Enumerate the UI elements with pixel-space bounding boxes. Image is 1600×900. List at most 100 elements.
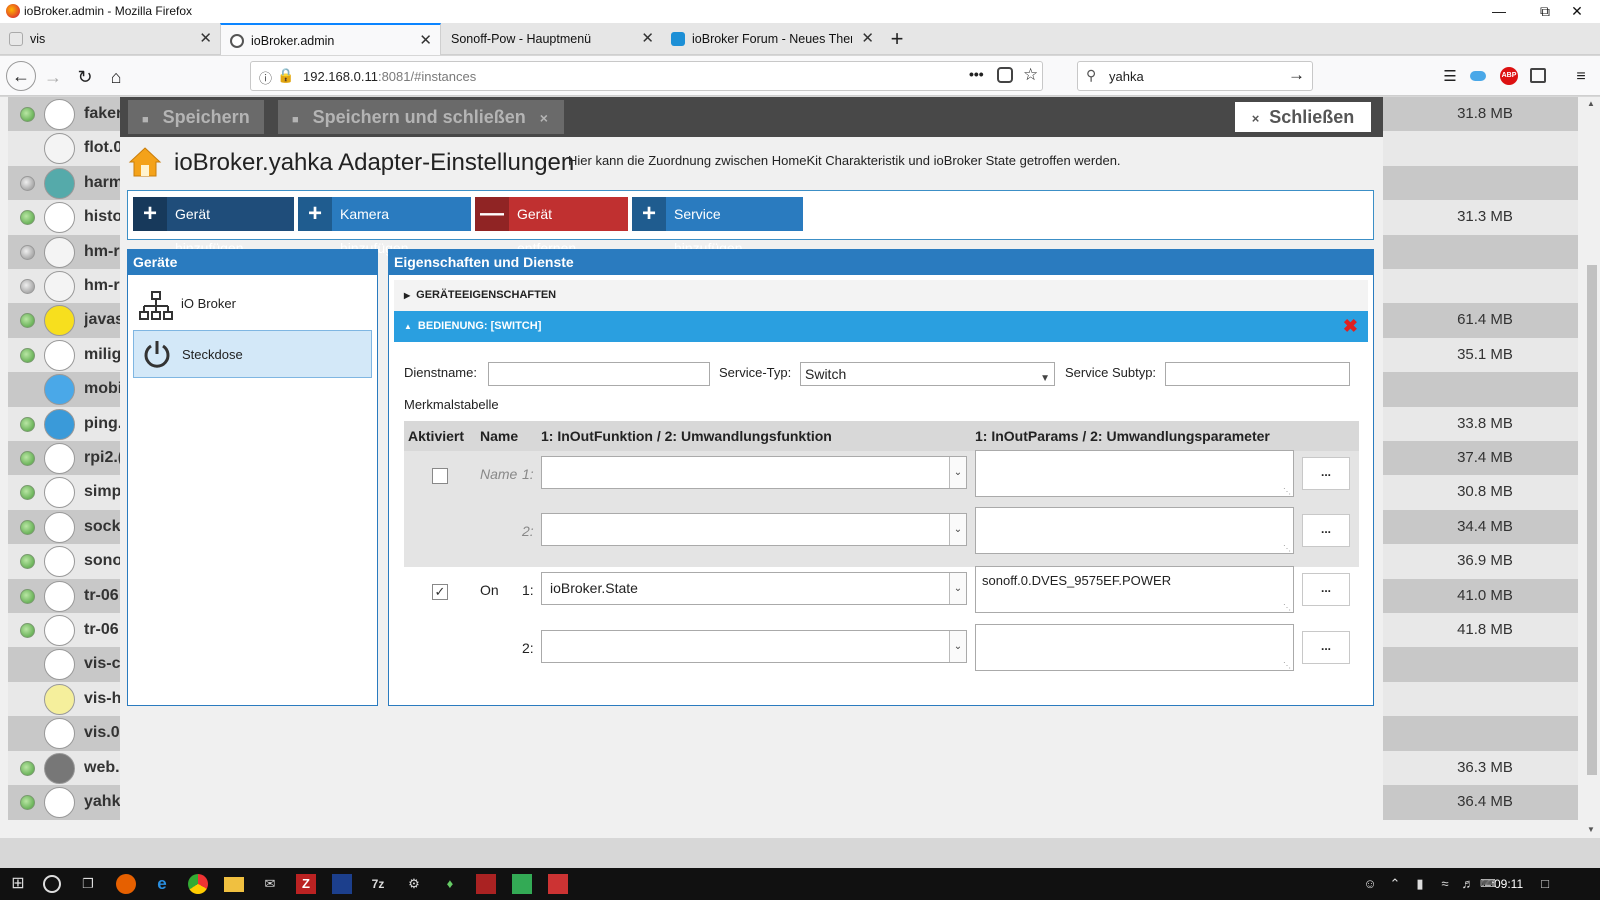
search-input[interactable]: yahka [1109, 69, 1144, 84]
menu-icon[interactable]: ≡ [1568, 64, 1594, 90]
sheet-app-icon[interactable] [512, 874, 532, 894]
tab-vis[interactable]: vis ✕ [0, 23, 220, 55]
edit-params-button[interactable]: ... [1302, 573, 1350, 606]
inout-function-combo[interactable]: ⌄ [541, 456, 967, 489]
characteristics-table: Aktiviert Name 1: InOutFunktion / 2: Umw… [404, 421, 1359, 567]
tool-icon[interactable]: ⚙ [404, 874, 424, 894]
conversion-function-combo[interactable]: ⌄ [541, 513, 967, 546]
save-button[interactable]: ■ Speichern [128, 100, 264, 134]
task-view-icon[interactable]: ❐ [78, 874, 98, 894]
status-led-icon [20, 175, 35, 191]
chrome-icon[interactable] [188, 874, 208, 894]
bookmark-star-icon[interactable]: ☆ [1023, 65, 1038, 85]
device-label: iO Broker [181, 296, 236, 311]
url-bar[interactable]: ⓘ 🔒 192.168.0.11:8081/#instances ••• ☆ [250, 61, 1043, 91]
conversion-function-combo[interactable]: ⌄ [541, 630, 967, 663]
notifications-icon[interactable]: □ [1535, 874, 1555, 894]
service-subtype-input[interactable] [1165, 362, 1350, 386]
close-tab-icon[interactable]: ✕ [199, 23, 212, 55]
pocket-icon[interactable] [997, 67, 1013, 83]
page-scrollbar[interactable]: ▲ ▼ [1584, 97, 1600, 838]
calendar-app-icon[interactable] [476, 874, 496, 894]
url-path: :8081/#instances [377, 69, 477, 84]
7zip-icon[interactable]: 7z [368, 874, 388, 894]
header-function: 1: InOutFunktion / 2: Umwandlungsfunktio… [541, 428, 832, 444]
conversion-params-textarea[interactable]: ⋱ [975, 507, 1294, 554]
insecure-lock-icon[interactable]: 🔒 [277, 67, 294, 84]
scroll-up-icon[interactable]: ▲ [1587, 99, 1595, 108]
app-icon[interactable]: ♦ [440, 874, 460, 894]
save-close-button[interactable]: ■ Speichern und schließen × [278, 100, 564, 134]
close-tab-icon[interactable]: ✕ [861, 23, 874, 55]
device-item-steckdose[interactable]: Steckdose [133, 330, 372, 378]
url-text[interactable]: 192.168.0.11:8081/#instances [303, 69, 476, 84]
home-icon[interactable]: ⌂ [103, 64, 129, 90]
adapter-icon [44, 511, 75, 543]
row-activated-checkbox[interactable] [432, 468, 448, 484]
volume-icon[interactable]: ♬ [1458, 874, 1478, 894]
cloud-icon[interactable] [1470, 71, 1486, 81]
taskbar-clock[interactable]: 09:11 [1494, 877, 1523, 891]
reload-icon[interactable]: ↻ [72, 64, 98, 90]
status-led-icon [20, 519, 35, 535]
mail-icon[interactable]: ✉ [260, 874, 280, 894]
conversion-params-textarea[interactable]: ⋱ [975, 624, 1294, 671]
remove-device-button[interactable]: — Gerät entfernen [475, 197, 628, 256]
new-tab-icon[interactable]: + [884, 26, 910, 52]
windows-start-icon[interactable]: ⊞ [8, 874, 28, 894]
close-tab-icon[interactable]: ✕ [419, 25, 432, 57]
scrollbar-thumb[interactable] [1587, 265, 1597, 775]
search-go-icon[interactable]: → [1288, 65, 1305, 85]
close-window-icon[interactable]: ✕ [1554, 0, 1600, 23]
library-icon[interactable]: ☰ [1437, 64, 1463, 90]
explorer-icon[interactable] [224, 877, 244, 892]
back-icon[interactable]: ← [6, 61, 36, 91]
adblock-icon[interactable]: ABP [1500, 67, 1518, 85]
row-activated-checkbox[interactable]: ✓ [432, 584, 448, 600]
save-app-icon[interactable] [332, 874, 352, 894]
instance-name: rpi2.( [84, 449, 124, 466]
edge-icon[interactable]: e [152, 874, 172, 894]
tab-sonoff-pow[interactable]: Sonoff-Pow - Hauptmenü ✕ [441, 23, 662, 55]
edit-params-button[interactable]: ... [1302, 631, 1350, 664]
forward-icon[interactable]: → [40, 64, 66, 90]
device-item-iobroker[interactable]: iO Broker [133, 280, 372, 328]
scroll-down-icon[interactable]: ▼ [1587, 825, 1595, 834]
add-service-button[interactable]: + Service hinzufügen [632, 197, 803, 256]
resize-grip-icon: ⋱ [1283, 487, 1291, 496]
accordion-service-switch[interactable]: ▲ BEDIENUNG: [SWITCH] ✖ [394, 311, 1368, 342]
service-type-select[interactable]: Switch ▼ [800, 362, 1055, 386]
cortana-icon[interactable] [43, 875, 61, 893]
page-content: faker 31.8 MB flot.0 harm histo 31.3 MB hm-r hm… [0, 97, 1584, 838]
tab-iobroker-forum[interactable]: ioBroker Forum - Neues Thema ✕ [662, 23, 882, 55]
search-bar[interactable]: ⚲ yahka → [1077, 61, 1313, 91]
edit-params-button[interactable]: ... [1302, 457, 1350, 490]
remove-service-icon[interactable]: ✖ [1343, 311, 1358, 342]
inout-function-combo[interactable]: ioBroker.State ⌄ [541, 572, 967, 605]
accordion-device-properties[interactable]: ▶ GERÄTEEIGENSCHAFTEN [394, 280, 1368, 311]
edit-params-button[interactable]: ... [1302, 514, 1350, 547]
info-icon[interactable]: ⓘ [259, 68, 272, 87]
wifi-icon[interactable]: ≈ [1435, 874, 1455, 894]
page-actions-icon[interactable]: ••• [969, 66, 984, 82]
textarea-value: sonoff.0.DVES_9575EF.POWER [982, 573, 1172, 588]
grid-app-icon[interactable] [548, 874, 568, 894]
people-icon[interactable]: ☺ [1360, 874, 1380, 894]
firefox-taskbar-icon[interactable] [116, 874, 136, 894]
close-tab-icon[interactable]: ✕ [641, 23, 654, 55]
tab-iobroker-admin[interactable]: ioBroker.admin ✕ [220, 23, 441, 55]
close-button[interactable]: × Schließen [1233, 100, 1373, 134]
battery-icon[interactable]: ▮ [1410, 874, 1430, 894]
tray-chevron-icon[interactable]: ⌃ [1385, 874, 1405, 894]
instance-name: mobi [84, 380, 123, 398]
inout-params-textarea[interactable]: ⋱ [975, 450, 1294, 497]
sidebar-icon[interactable] [1530, 68, 1546, 83]
add-device-button[interactable]: + Gerät hinzufügen [133, 197, 294, 256]
accordion-label: GERÄTEEIGENSCHAFTEN [416, 289, 557, 301]
minimize-icon[interactable]: — [1476, 0, 1522, 23]
service-subtype-label: Service Subtyp: [1065, 365, 1157, 380]
filezilla-icon[interactable]: Z [296, 874, 316, 894]
inout-params-textarea[interactable]: sonoff.0.DVES_9575EF.POWER ⋱ [975, 566, 1294, 613]
service-name-input[interactable] [488, 362, 710, 386]
add-camera-button[interactable]: + Kamera hinzufügen [298, 197, 471, 256]
